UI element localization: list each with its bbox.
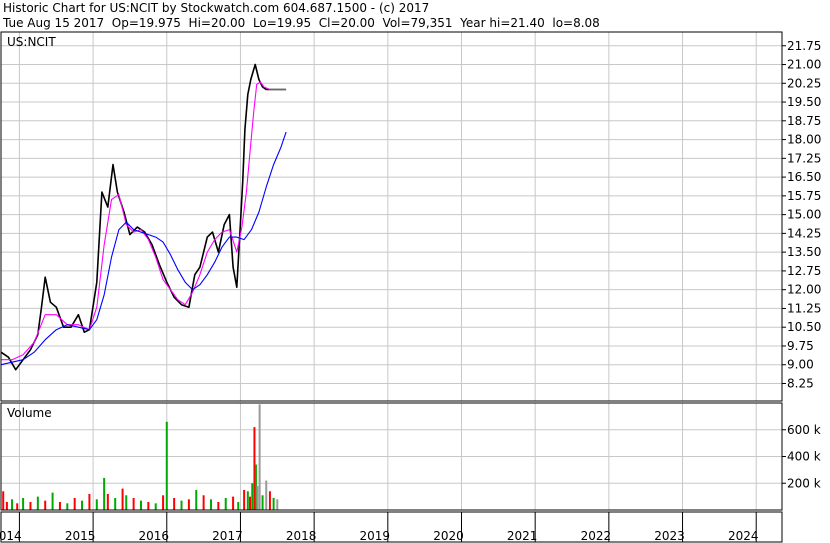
volume-tick-label: 600 k — [787, 423, 821, 437]
price-tick-label: 12.00 — [787, 283, 821, 297]
year-label: 2017 — [212, 529, 243, 543]
price-tick-label: 8.25 — [787, 376, 814, 390]
year-label: 2019 — [360, 529, 391, 543]
year-label: 2020 — [433, 529, 464, 543]
price-tick-label: 17.25 — [787, 151, 821, 165]
price-tick-label: 14.25 — [787, 226, 821, 240]
price-panel-label: US:NCIT — [7, 35, 56, 49]
year-label: 2021 — [507, 529, 538, 543]
year-label: 2023 — [654, 529, 685, 543]
volume-panel-label: Volume — [7, 406, 52, 420]
price-tick-label: 15.00 — [787, 208, 821, 222]
volume-bars — [2, 404, 279, 510]
year-label: 2024 — [728, 529, 759, 543]
price-tick-label: 19.50 — [787, 95, 821, 109]
price-tick-label: 16.50 — [787, 170, 821, 184]
price-tick-label: 13.50 — [787, 245, 821, 259]
year-label: 2022 — [581, 529, 612, 543]
price-grid — [1, 32, 782, 401]
price-tick-label: 12.75 — [787, 264, 821, 278]
volume-grid — [1, 403, 782, 510]
price-tick-label: 21.00 — [787, 58, 821, 72]
year-label: 2014 — [0, 529, 22, 543]
price-series — [0, 63, 287, 371]
year-label: 2016 — [139, 529, 170, 543]
panel-frames — [0, 31, 783, 543]
year-axis: 2014 2015 2016 2017 2018 2019 2020 2021 2022 2023… — [0, 512, 758, 543]
price-tick-label: 9.00 — [787, 358, 814, 372]
volume-tick-label: 400 k — [787, 450, 821, 464]
price-tick-label: 18.75 — [787, 114, 821, 128]
price-series-line — [1, 81, 287, 361]
volume-tick-label: 200 k — [787, 476, 821, 490]
volume-axis: 200 k 400 k 600 k — [782, 423, 821, 490]
price-tick-label: 9.75 — [787, 339, 814, 353]
price-tick-label: 21.75 — [787, 39, 821, 53]
price-tick-label: 11.25 — [787, 301, 821, 315]
price-tick-label: 10.50 — [787, 320, 821, 334]
price-tick-label: 18.00 — [787, 133, 821, 147]
price-axis: 8.25 9.00 9.75 10.50 11.25 12.00 12.75 13.50 14.… — [782, 39, 821, 390]
price-tick-label: 20.25 — [787, 76, 821, 90]
price-tick-label: 15.75 — [787, 189, 821, 203]
year-label: 2015 — [65, 529, 96, 543]
year-label: 2018 — [286, 529, 317, 543]
stock-chart: 8.25 9.00 9.75 10.50 11.25 12.00 12.75 13.50 14.… — [0, 31, 821, 543]
